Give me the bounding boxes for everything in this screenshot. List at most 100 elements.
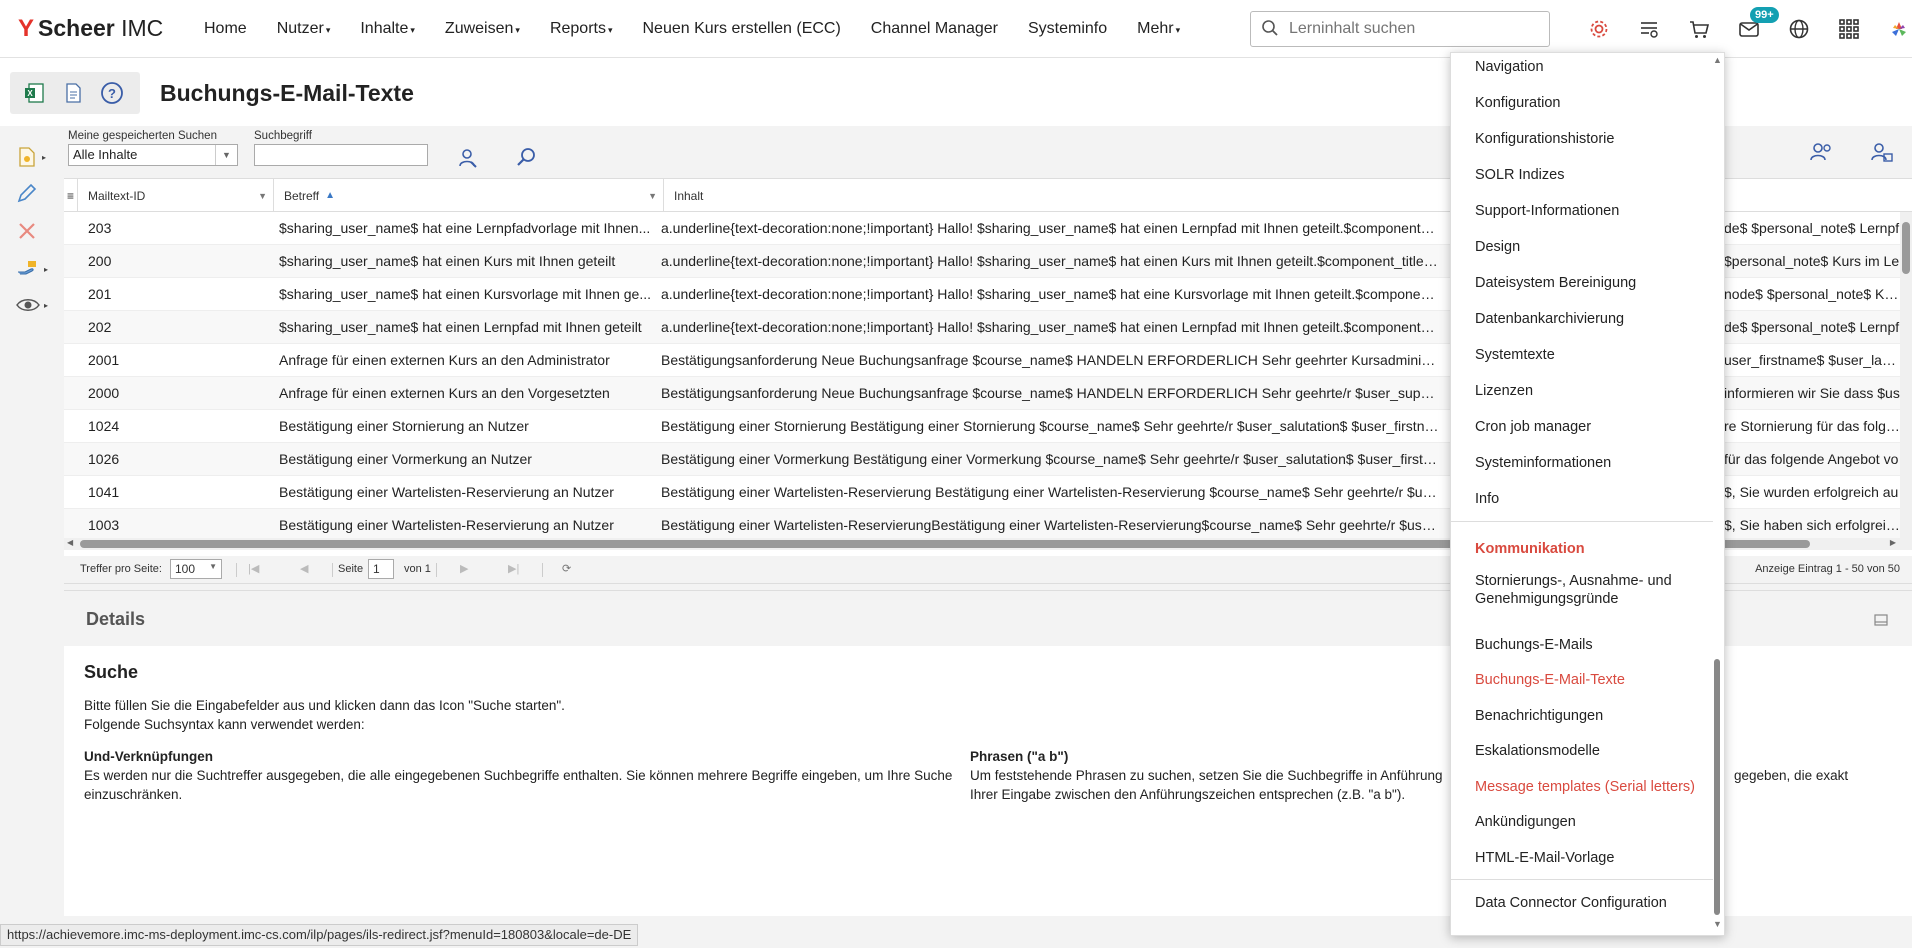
- scheer-imc-logo[interactable]: Y Scheer IMC: [18, 15, 188, 43]
- scroll-right-icon[interactable]: ▶: [1890, 538, 1896, 547]
- menu-item-html-e-mail-vorlage[interactable]: HTML-E-Mail-Vorlage: [1475, 850, 1614, 866]
- settings-gear-icon[interactable]: [1574, 14, 1624, 44]
- scroll-up-icon[interactable]: ▲: [1713, 55, 1722, 65]
- menu-item-ank-ndigungen[interactable]: Ankündigungen: [1475, 814, 1576, 830]
- globe-language-icon[interactable]: [1774, 14, 1824, 44]
- menu-item-buchungs-e-mails[interactable]: Buchungs-E-Mails: [1475, 637, 1593, 653]
- collapse-panel-icon[interactable]: [1874, 613, 1888, 629]
- nav-item-channel-manager[interactable]: Channel Manager: [871, 20, 998, 38]
- search-term-input[interactable]: [254, 144, 428, 166]
- nav-item-nutzer[interactable]: Nutzer ▾: [277, 20, 331, 38]
- details-title: Details: [86, 609, 146, 629]
- delete-icon[interactable]: [16, 220, 38, 242]
- divider: [236, 563, 237, 577]
- menu-item-cron-job-manager[interactable]: Cron job manager: [1475, 419, 1591, 435]
- cell-inhalt-overflow: $personal_note$ Kurs im Le: [1724, 253, 1900, 269]
- menu-item-support-informationen[interactable]: Support-Informationen: [1475, 203, 1619, 219]
- nav-item-home[interactable]: Home: [204, 20, 247, 38]
- saved-searches-label: Meine gespeicherten Suchen: [68, 130, 217, 142]
- menu-item-info[interactable]: Info: [1475, 491, 1499, 507]
- saved-search-user-icon[interactable]: [1868, 140, 1894, 167]
- menu-item-message-templates-serial-letters[interactable]: Message templates (Serial letters): [1475, 779, 1695, 795]
- search-help-intro-2: Folgende Suchsyntax kann verwendet werde…: [84, 717, 365, 732]
- last-page-icon[interactable]: ▶|: [508, 562, 519, 575]
- nav-item-systeminfo[interactable]: Systeminfo: [1028, 20, 1107, 38]
- menu-item-data-connector-configuration[interactable]: Data Connector Configuration: [1475, 895, 1667, 911]
- partner-logo-icon[interactable]: [1874, 14, 1912, 44]
- chevron-down-icon[interactable]: ▼: [209, 562, 217, 571]
- task-list-icon[interactable]: [1624, 14, 1674, 44]
- paging-summary: Anzeige Eintrag 1 - 50 von 50: [1755, 563, 1900, 575]
- menu-item-stornierungs-ausnahme-und-genehmigungsgr-nde[interactable]: Stornierungs-, Ausnahme- und Genehmigungs…: [1475, 573, 1672, 607]
- nav-item-neuen-kurs-erstellen-ecc[interactable]: Neuen Kurs erstellen (ECC): [643, 20, 841, 38]
- menu-item-lizenzen[interactable]: Lizenzen: [1475, 383, 1533, 399]
- view-eye-icon[interactable]: ▸: [16, 296, 48, 314]
- menu-section-kommunikation: Kommunikation: [1475, 541, 1585, 557]
- menu-item-dateisystem-bereinigung[interactable]: Dateisystem Bereinigung: [1475, 275, 1636, 291]
- cell-inhalt: a.underline{text-decoration:none;!import…: [661, 286, 1441, 302]
- messages-icon[interactable]: 99+: [1724, 7, 1779, 44]
- and-syntax-text: Es werden nur die Suchtreffer ausgegeben…: [84, 768, 953, 802]
- previous-page-icon[interactable]: ◀: [300, 562, 308, 575]
- help-icon[interactable]: ?: [100, 81, 124, 105]
- menu-item-design[interactable]: Design: [1475, 239, 1520, 255]
- menu-scrollbar[interactable]: ▲ ▼: [1712, 53, 1722, 937]
- edit-pencil-icon[interactable]: [16, 182, 38, 204]
- menu-item-konfiguration[interactable]: Konfiguration: [1475, 95, 1560, 111]
- chevron-down-icon: ▾: [325, 24, 331, 35]
- person-search-icon[interactable]: [456, 146, 480, 173]
- cart-icon[interactable]: [1674, 14, 1724, 44]
- nav-item-inhalte[interactable]: Inhalte ▾: [360, 20, 415, 38]
- first-page-icon[interactable]: |◀: [248, 562, 259, 575]
- logo-mark: Y: [18, 14, 35, 42]
- menu-item-konfigurationshistorie[interactable]: Konfigurationshistorie: [1475, 131, 1614, 147]
- nav-item-zuweisen[interactable]: Zuweisen ▾: [445, 20, 520, 38]
- cell-betreff: $sharing_user_name$ hat einen Kurs mit I…: [279, 253, 616, 269]
- chevron-down-icon: ▾: [515, 24, 520, 35]
- cell-inhalt-overflow: $, Sie wurden erfolgreich au: [1724, 484, 1899, 500]
- scrollbar-thumb[interactable]: [1902, 222, 1910, 274]
- menu-item-navigation[interactable]: Navigation: [1475, 59, 1544, 75]
- search-input[interactable]: [1289, 20, 1539, 38]
- column-filter-icon[interactable]: ▼: [258, 191, 267, 201]
- scrollbar-thumb[interactable]: [1714, 659, 1720, 915]
- chevron-down-icon[interactable]: ▼: [215, 145, 237, 165]
- nav-item-mehr[interactable]: Mehr ▾: [1137, 20, 1180, 38]
- column-header-mailtext-id[interactable]: Mailtext-ID ▼: [78, 179, 274, 212]
- search-box[interactable]: [1250, 11, 1550, 47]
- menu-item-systeminformationen[interactable]: Systeminformationen: [1475, 455, 1611, 471]
- refresh-icon[interactable]: ⟳: [562, 562, 571, 575]
- page-number-input[interactable]: 1: [368, 559, 394, 579]
- per-page-select[interactable]: 100 ▼: [170, 559, 222, 579]
- menu-item-eskalationsmodelle[interactable]: Eskalationsmodelle: [1475, 743, 1600, 759]
- menu-item-systemtexte[interactable]: Systemtexte: [1475, 347, 1555, 363]
- advanced-search-icon[interactable]: [1808, 140, 1834, 167]
- cell-mailtext-id: 1026: [88, 451, 120, 467]
- vertical-scrollbar[interactable]: [1900, 212, 1912, 538]
- menu-item-benachrichtigungen[interactable]: Benachrichtigungen: [1475, 708, 1603, 724]
- column-header-betreff[interactable]: Betreff ▲ ▼: [274, 179, 664, 212]
- menu-divider: [1451, 879, 1713, 880]
- saved-searches-select[interactable]: Alle Inhalte ▼: [68, 144, 238, 166]
- cell-betreff: Bestätigung einer Wartelisten-Reservieru…: [279, 484, 614, 500]
- column-filter-icon[interactable]: ▼: [648, 191, 657, 201]
- scroll-down-icon[interactable]: ▼: [1713, 919, 1722, 929]
- nav-item-reports[interactable]: Reports ▾: [550, 20, 613, 38]
- menu-item-buchungs-e-mail-texte[interactable]: Buchungs-E-Mail-Texte: [1475, 672, 1625, 688]
- status-bar-url: https://achievemore.imc-ms-deployment.im…: [0, 924, 639, 946]
- column-menu-icon[interactable]: ≡: [64, 179, 78, 212]
- scroll-left-icon[interactable]: ◀: [67, 538, 73, 547]
- menu-item-datenbankarchivierung[interactable]: Datenbankarchivierung: [1475, 311, 1624, 327]
- and-syntax-title: Und-Verknüpfungen: [84, 749, 213, 764]
- assign-hand-icon[interactable]: ▸: [16, 258, 48, 280]
- new-item-icon[interactable]: ▸: [16, 146, 46, 168]
- next-page-icon[interactable]: ▶: [460, 562, 468, 575]
- cell-inhalt: Bestätigungsanforderung Neue Buchungsanf…: [661, 352, 1441, 368]
- search-start-icon[interactable]: [516, 146, 538, 171]
- menu-item-solr-indizes[interactable]: SOLR Indizes: [1475, 167, 1564, 183]
- app-grid-icon[interactable]: [1824, 14, 1874, 44]
- excel-export-icon[interactable]: X: [24, 82, 46, 104]
- document-export-icon[interactable]: [62, 82, 84, 104]
- per-page-label: Treffer pro Seite:: [80, 563, 162, 575]
- chevron-down-icon: ▾: [410, 24, 415, 35]
